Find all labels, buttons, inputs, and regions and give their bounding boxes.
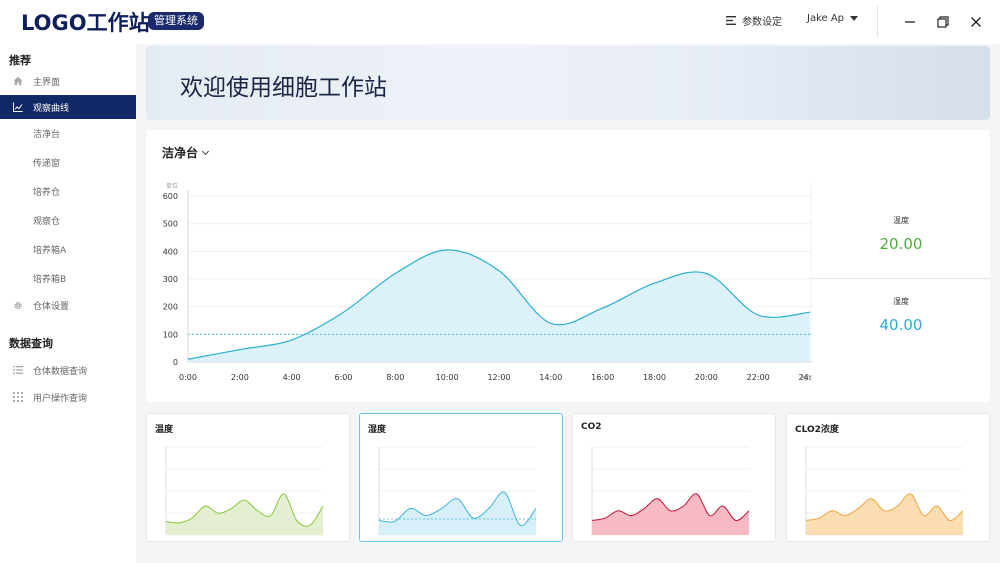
- x-tick-label: 4:00: [283, 373, 301, 382]
- sidebar-subitem-incubator-a[interactable]: 培养箱A: [0, 237, 136, 261]
- restore-icon: [937, 16, 949, 28]
- mini-chart: [591, 446, 750, 536]
- temperature-readout: 温度 20.00: [812, 215, 990, 253]
- line-chart-icon: [13, 102, 23, 112]
- system-badge: 管理系统: [148, 12, 204, 30]
- sidebar-item-observe-curve[interactable]: 观察曲线: [0, 95, 136, 119]
- top-bar: LOGO工作站 管理系统 参数设定 Jake Ap: [0, 0, 1000, 44]
- y-tick-label: 300: [163, 275, 178, 284]
- x-tick-label: 2:00: [231, 373, 249, 382]
- user-menu[interactable]: Jake Ap: [807, 13, 859, 24]
- y-axis-label: 单位: [166, 182, 178, 190]
- y-tick-label: 400: [163, 247, 178, 256]
- main-chart: 0100200300400500600单位时间0:00 2:00 4:00 6:00 8…: [163, 182, 812, 382]
- x-tick-label: 10:00: [436, 373, 459, 382]
- readout-label: 温度: [893, 216, 909, 225]
- mini-card-title: CLO2浓度: [795, 425, 839, 435]
- y-tick-label: 0: [173, 358, 178, 367]
- series-area: [188, 249, 810, 362]
- mini-card-title: 湿度: [368, 425, 387, 435]
- x-tick-label: 0:00: [179, 373, 197, 382]
- sidebar-subitem-incubator-b[interactable]: 培养箱B: [0, 266, 136, 290]
- x-tick-label: 6:00: [335, 373, 353, 382]
- close-button[interactable]: [966, 12, 986, 32]
- sidebar-item-chamber-settings[interactable]: 仓体设置: [0, 293, 136, 317]
- mini-card-co2[interactable]: CO2: [572, 413, 776, 542]
- mini-card-humidity[interactable]: 湿度: [359, 413, 563, 542]
- readout-value: 40.00: [879, 316, 923, 334]
- x-tick-label: 12:00: [487, 373, 510, 382]
- caret-down-icon: [850, 16, 859, 21]
- sidebar-item-chamber-data-query[interactable]: 仓体数据查询: [0, 358, 136, 382]
- mini-chart: [165, 446, 324, 536]
- divider: [877, 6, 878, 38]
- sidebar-item-label: 仓体设置: [33, 301, 70, 312]
- home-icon: [13, 76, 23, 86]
- sidebar-item-label: 主界面: [33, 77, 61, 88]
- sidebar-item-label: 用户操作查询: [33, 393, 88, 404]
- mini-card-temperature[interactable]: 温度: [146, 413, 350, 542]
- sidebar-item-label: 培养箱B: [33, 274, 67, 285]
- x-tick-label: 8:00: [386, 373, 404, 382]
- main-chart-card: 0 100 200 300 400 500 600 单位 时间 0:00 2:00 4:00 6:00 8…: [146, 130, 990, 402]
- x-tick-label: 16:00: [591, 373, 614, 382]
- settings-button[interactable]: 参数设定: [726, 13, 782, 28]
- device-select-label: 洁净台: [162, 146, 199, 160]
- x-tick-label: 18:00: [643, 373, 666, 382]
- sidebar-item-user-operation-query[interactable]: 用户操作查询: [0, 385, 136, 409]
- x-tick-label: 22:00: [747, 373, 770, 382]
- list-icon: [13, 365, 23, 375]
- sidebar-subitem-observe-chamber[interactable]: 观察仓: [0, 208, 136, 232]
- section-title-recommend: 推荐: [9, 54, 31, 67]
- logo: LOGO工作站: [21, 11, 150, 35]
- readout-divider: [812, 278, 990, 279]
- humidity-readout: 湿度 40.00: [812, 296, 990, 334]
- x-tick-label: 24:00: [798, 373, 812, 382]
- y-tick-label: 200: [163, 303, 178, 312]
- mini-card-title: 温度: [155, 425, 174, 435]
- sidebar-subitem-culture-chamber[interactable]: 培养仓: [0, 179, 136, 203]
- chevron-down-icon: [201, 147, 210, 155]
- sidebar-subitem-pass-box[interactable]: 传递窗: [0, 150, 136, 174]
- user-name: Jake Ap: [807, 13, 845, 24]
- mini-chart: [378, 446, 537, 536]
- sidebar-subitem-clean-bench[interactable]: 洁净台: [0, 121, 136, 145]
- sidebar-item-label: 观察曲线: [33, 103, 70, 114]
- sidebar-item-label: 洁净台: [33, 129, 61, 140]
- readout-value: 20.00: [879, 235, 923, 253]
- settings-label: 参数设定: [742, 17, 782, 28]
- sidebar-item-label: 培养箱A: [33, 245, 67, 256]
- x-tick-label: 14:00: [539, 373, 562, 382]
- y-tick-label: 600: [163, 192, 178, 201]
- banner-title: 欢迎使用细胞工作站: [180, 75, 387, 101]
- minimize-button[interactable]: [900, 12, 920, 32]
- sidebar: 推荐 主界面 观察曲线 洁净台 传递窗 培养仓 观察仓 培养箱A 培养箱B 仓体…: [0, 44, 136, 563]
- gear-icon: [13, 300, 23, 310]
- x-tick-label: 20:00: [695, 373, 718, 382]
- welcome-banner: 欢迎使用细胞工作站: [146, 46, 990, 120]
- sidebar-item-label: 传递窗: [33, 158, 61, 169]
- sidebar-item-home[interactable]: 主界面: [0, 69, 136, 93]
- grid-icon: [13, 392, 23, 402]
- minimize-icon: [905, 21, 915, 23]
- y-tick-label: 100: [163, 330, 178, 339]
- readout-label: 湿度: [893, 297, 909, 306]
- y-tick-label: 500: [163, 220, 178, 229]
- series-area: [592, 493, 749, 535]
- sidebar-item-label: 培养仓: [33, 187, 61, 198]
- maximize-button[interactable]: [933, 12, 953, 32]
- menu-icon: [726, 16, 736, 25]
- sidebar-item-label: 观察仓: [33, 216, 61, 227]
- section-title-data-query: 数据查询: [9, 337, 53, 350]
- mini-card-clo2[interactable]: CLO2浓度: [786, 413, 990, 542]
- sidebar-item-label: 仓体数据查询: [33, 366, 88, 377]
- series-area: [806, 493, 963, 535]
- close-icon: [971, 17, 981, 27]
- mini-card-title: CO2: [581, 422, 602, 432]
- device-select[interactable]: 洁净台: [162, 144, 210, 161]
